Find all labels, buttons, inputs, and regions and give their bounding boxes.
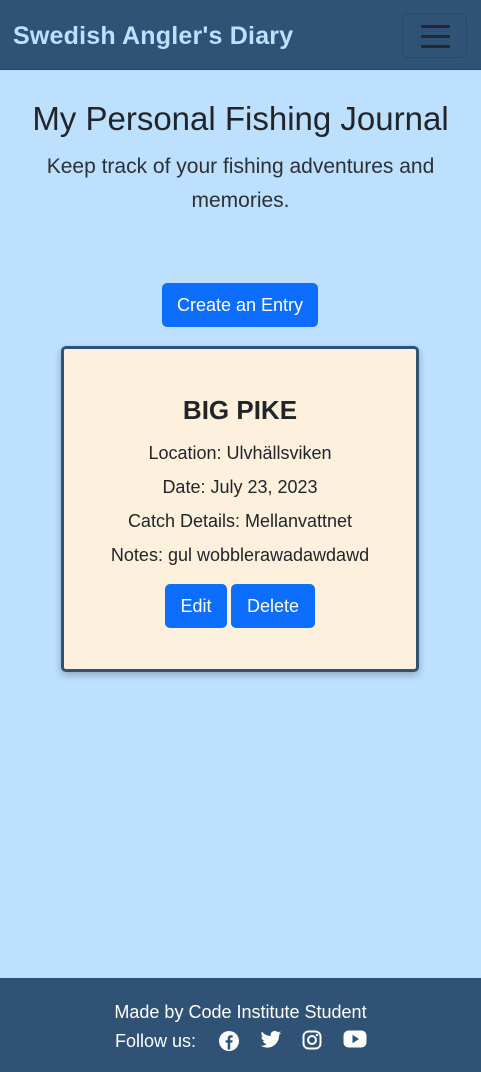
entry-notes: Notes: gul wobblerawadawdawd xyxy=(110,545,370,565)
instagram-icon[interactable] xyxy=(302,1030,326,1052)
entry-catch-details: Catch Details: Mellanvattnet xyxy=(127,511,353,531)
brand-link[interactable]: Swedish Angler's Diary xyxy=(13,22,293,51)
create-entry-button[interactable]: Create an Entry xyxy=(162,283,318,327)
footer-credit: Made by Code Institute Student xyxy=(114,1002,367,1022)
navbar-toggler-button[interactable] xyxy=(402,13,467,58)
hamburger-menu-icon xyxy=(421,45,450,48)
page-subtitle: Keep track of your fishing adventures an… xyxy=(46,155,435,212)
entry-date: Date: July 23, 2023 xyxy=(162,477,318,497)
facebook-icon[interactable] xyxy=(218,1030,242,1052)
navbar: Swedish Angler's Diary xyxy=(0,0,481,70)
edit-entry-button[interactable]: Edit xyxy=(165,584,227,628)
follow-label: Follow us: xyxy=(115,1031,197,1051)
twitter-icon[interactable] xyxy=(260,1030,284,1052)
entry-location: Location: Ulvhällsviken xyxy=(148,443,332,463)
entry-title: BIG PIKE xyxy=(182,395,298,425)
hamburger-menu-icon xyxy=(421,35,450,38)
page-title: My Personal Fishing Journal xyxy=(32,100,449,137)
delete-entry-button[interactable]: Delete xyxy=(231,584,315,628)
youtube-icon[interactable] xyxy=(343,1030,367,1052)
hamburger-menu-icon xyxy=(421,25,450,28)
footer: Made by Code Institute Student Follow us… xyxy=(0,978,481,1072)
entry-card: BIG PIKE Location: Ulvhällsviken Date: J… xyxy=(61,346,419,672)
